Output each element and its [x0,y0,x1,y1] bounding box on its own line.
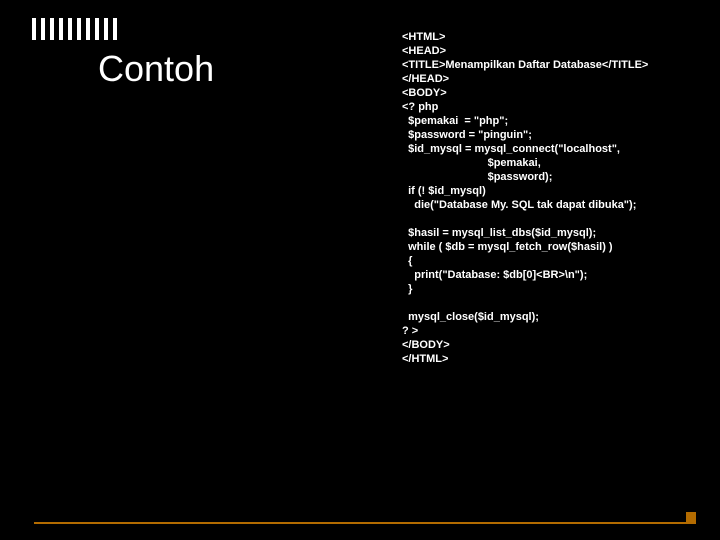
code-line: $password = "pinguin"; [402,129,532,141]
code-line: </HEAD> [402,73,449,85]
code-line: <BODY> [402,87,447,99]
code-line: die("Database My. SQL tak dapat dibuka")… [402,199,636,211]
code-line: { [402,255,412,267]
code-line: </HTML> [402,353,448,365]
code-line: $pemakai, [402,157,541,169]
code-line: <HTML> [402,31,445,43]
code-line: mysql_close($id_mysql); [402,311,539,323]
code-line: $hasil = mysql_list_dbs($id_mysql); [402,227,596,239]
code-line: </BODY> [402,339,450,351]
code-line: <TITLE>Menampilkan Daftar Database</TITL… [402,59,648,71]
code-line: ? > [402,325,418,337]
code-line: $pemakai = "php"; [402,115,508,127]
code-line: print("Database: $db[0]<BR>\n"); [402,269,587,281]
code-line: $id_mysql = mysql_connect("localhost", [402,143,620,155]
bottom-rule [34,522,696,524]
code-block: <HTML> <HEAD> <TITLE>Menampilkan Daftar … [402,30,648,366]
code-line: while ( $db = mysql_fetch_row($hasil) ) [402,241,613,253]
slide-title: Contoh [98,48,214,90]
top-border [0,0,720,20]
code-line: <? php [402,101,438,113]
code-line: } [402,283,412,295]
comb-decoration [32,18,117,40]
code-line: if (! $id_mysql) [402,185,486,197]
corner-square [686,512,696,522]
code-line: $password); [402,171,552,183]
code-line: <HEAD> [402,45,446,57]
